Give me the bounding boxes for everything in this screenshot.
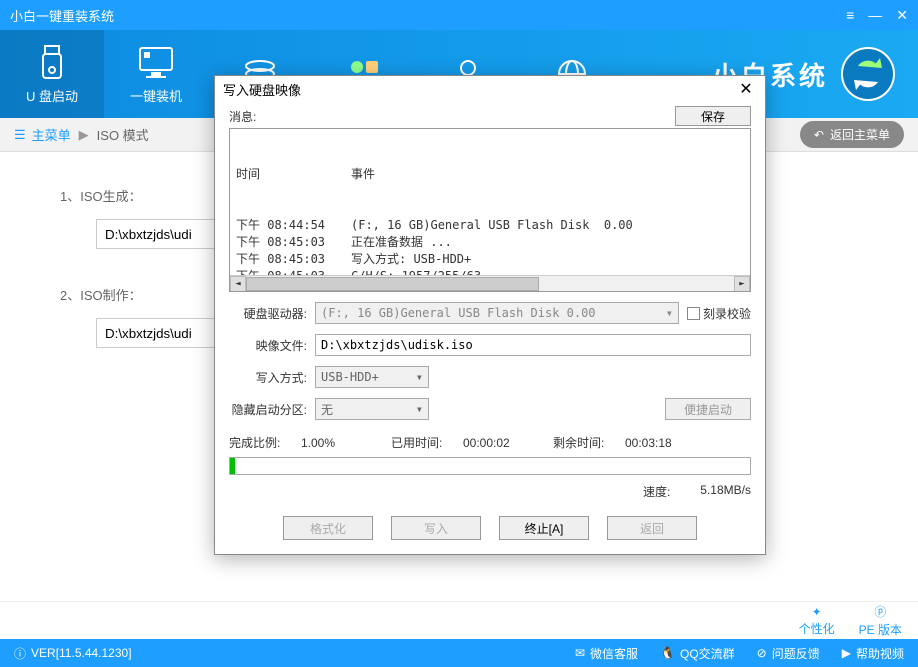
log-box[interactable]: 时间 事件 下午 08:44:54(F:, 16 GB)General USB … [229, 128, 751, 292]
write-mode-select[interactable]: USB-HDD+ ▾ [315, 366, 429, 388]
nav-usb-boot[interactable]: U 盘启动 [0, 30, 104, 118]
back-arrow-icon: ↶ [814, 128, 824, 142]
back-label: 返回主菜单 [830, 126, 890, 143]
drive-select[interactable]: (F:, 16 GB)General USB Flash Disk 0.00 ▾ [315, 302, 679, 324]
progress-value: 1.00% [301, 436, 391, 450]
speed-label: 速度: [643, 483, 670, 500]
horizontal-scrollbar[interactable]: ◄ ► [230, 275, 750, 291]
nav-onekey-install[interactable]: 一键装机 [104, 30, 208, 118]
feedback[interactable]: ⊘问题反馈 [757, 645, 820, 662]
remain-label: 剩余时间: [553, 434, 625, 451]
write-button[interactable]: 写入 [391, 516, 481, 540]
chevron-down-icon: ▾ [666, 306, 673, 320]
scroll-left-icon[interactable]: ◄ [230, 276, 246, 292]
write-mode-label: 写入方式: [229, 369, 315, 386]
image-file-label: 映像文件: [229, 337, 315, 354]
log-row: 下午 08:44:54(F:, 16 GB)General USB Flash … [236, 217, 744, 234]
star-icon: ✦ [812, 605, 822, 619]
verify-checkbox[interactable]: 刻录校验 [687, 305, 751, 322]
version-label: ⓘ VER[11.5.44.1230] [14, 645, 132, 662]
image-file-input[interactable] [315, 334, 751, 356]
scroll-thumb[interactable] [246, 277, 539, 291]
brand-refresh-icon [838, 44, 898, 104]
pe-version-button[interactable]: ⓟ PE 版本 [859, 603, 902, 638]
breadcrumb-sep: ▶ [79, 127, 89, 143]
qq-group[interactable]: 🐧QQ交流群 [660, 645, 735, 662]
chevron-down-icon: ▾ [416, 370, 423, 384]
elapsed-label: 已用时间: [391, 434, 463, 451]
qq-icon: 🐧 [660, 646, 675, 660]
checkbox-box [687, 307, 700, 320]
wechat-support[interactable]: ✉微信客服 [575, 645, 638, 662]
scroll-right-icon[interactable]: ► [734, 276, 750, 292]
breadcrumb-mode: ISO 模式 [97, 125, 149, 144]
elapsed-value: 00:00:02 [463, 436, 553, 450]
save-button[interactable]: 保存 [675, 106, 751, 126]
video-icon: ▶ [842, 646, 851, 660]
window-controls: ≡ — ✕ [846, 7, 908, 24]
usb-icon [34, 44, 70, 80]
hidden-partition-select[interactable]: 无 ▾ [315, 398, 429, 420]
app-title: 小白一键重装系统 [10, 6, 114, 25]
abort-button[interactable]: 终止[A] [499, 516, 589, 540]
quick-boot-button[interactable]: 便捷启动 [665, 398, 751, 420]
wechat-icon: ✉ [575, 646, 585, 660]
menu-icon[interactable]: ≡ [846, 7, 854, 24]
chevron-down-icon: ▾ [416, 402, 423, 416]
log-row: 下午 08:45:03正在准备数据 ... [236, 234, 744, 251]
monitor-icon [138, 44, 174, 80]
progress-fill [230, 458, 235, 474]
dialog-close-button[interactable]: ✕ [735, 78, 757, 100]
customize-button[interactable]: ✦ 个性化 [799, 605, 835, 637]
status-bar: ⓘ VER[11.5.44.1230] ✉微信客服 🐧QQ交流群 ⊘问题反馈 ▶… [0, 639, 918, 667]
close-icon[interactable]: ✕ [896, 7, 908, 24]
progress-label: 完成比例: [229, 434, 301, 451]
titlebar: 小白一键重装系统 ≡ — ✕ [0, 0, 918, 30]
bottom-strip: ✦ 个性化 ⓟ PE 版本 [0, 601, 918, 639]
nav-label: U 盘启动 [26, 86, 78, 105]
log-col-event: 事件 [351, 166, 375, 183]
log-row: 下午 08:45:03写入方式: USB-HDD+ [236, 251, 744, 268]
format-button[interactable]: 格式化 [283, 516, 373, 540]
drive-label: 硬盘驱动器: [229, 305, 315, 322]
back-main-button[interactable]: ↶ 返回主菜单 [800, 121, 904, 148]
return-button[interactable]: 返回 [607, 516, 697, 540]
list-icon: ☰ [14, 127, 26, 143]
write-disk-image-dialog: 写入硬盘映像 ✕ 消息: 保存 时间 事件 下午 08:44:54(F:, 16… [214, 75, 766, 555]
breadcrumb-main[interactable]: 主菜单 [32, 125, 71, 144]
progress-bar [229, 457, 751, 475]
dialog-title: 写入硬盘映像 [223, 80, 301, 99]
log-col-time: 时间 [236, 166, 351, 183]
speed-value: 5.18MB/s [700, 483, 751, 500]
hidden-partition-label: 隐藏启动分区: [229, 401, 315, 418]
help-video[interactable]: ▶帮助视频 [842, 645, 904, 662]
minimize-icon[interactable]: — [868, 7, 882, 24]
pe-icon: ⓟ [874, 603, 886, 620]
remain-value: 00:03:18 [625, 436, 715, 450]
nav-label: 一键装机 [130, 86, 182, 105]
dialog-titlebar[interactable]: 写入硬盘映像 ✕ [215, 76, 765, 102]
feedback-icon: ⊘ [757, 646, 767, 660]
message-label: 消息: [229, 108, 256, 125]
